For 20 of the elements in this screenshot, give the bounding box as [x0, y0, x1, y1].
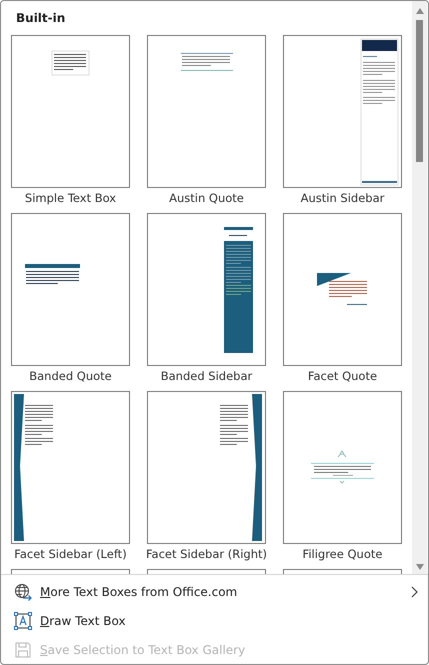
save-icon	[14, 640, 32, 658]
gallery-item[interactable]: Austin Sidebar	[283, 35, 402, 211]
scroll-thumb[interactable]	[416, 20, 423, 162]
gallery-item[interactable]: Banded Quote	[11, 213, 130, 389]
menu-item[interactable]: Draw Text Box	[1, 606, 428, 635]
gallery-item[interactable]: Facet Quote	[283, 213, 402, 389]
gallery-item[interactable]: Facet Sidebar (Right)	[147, 391, 266, 567]
scroll-down-icon[interactable]	[414, 563, 424, 571]
gallery-item[interactable]: Banded Sidebar	[147, 213, 266, 389]
gallery-item[interactable]: Austin Quote	[147, 35, 266, 211]
scroll-up-icon[interactable]	[414, 7, 424, 15]
gallery-heading: Built-in	[15, 10, 66, 25]
gallery-item[interactable]: Facet Sidebar (Left)	[11, 391, 130, 567]
globe-icon	[14, 582, 32, 600]
chevron-right-icon	[410, 586, 418, 598]
scrollbar[interactable]	[412, 1, 427, 574]
gallery-item[interactable]: Filigree Quote	[283, 391, 402, 567]
text-box-icon	[14, 612, 32, 630]
gallery-item[interactable]: Simple Text Box	[11, 35, 130, 211]
menu-item[interactable]: More Text Boxes from Office.com	[1, 577, 428, 606]
